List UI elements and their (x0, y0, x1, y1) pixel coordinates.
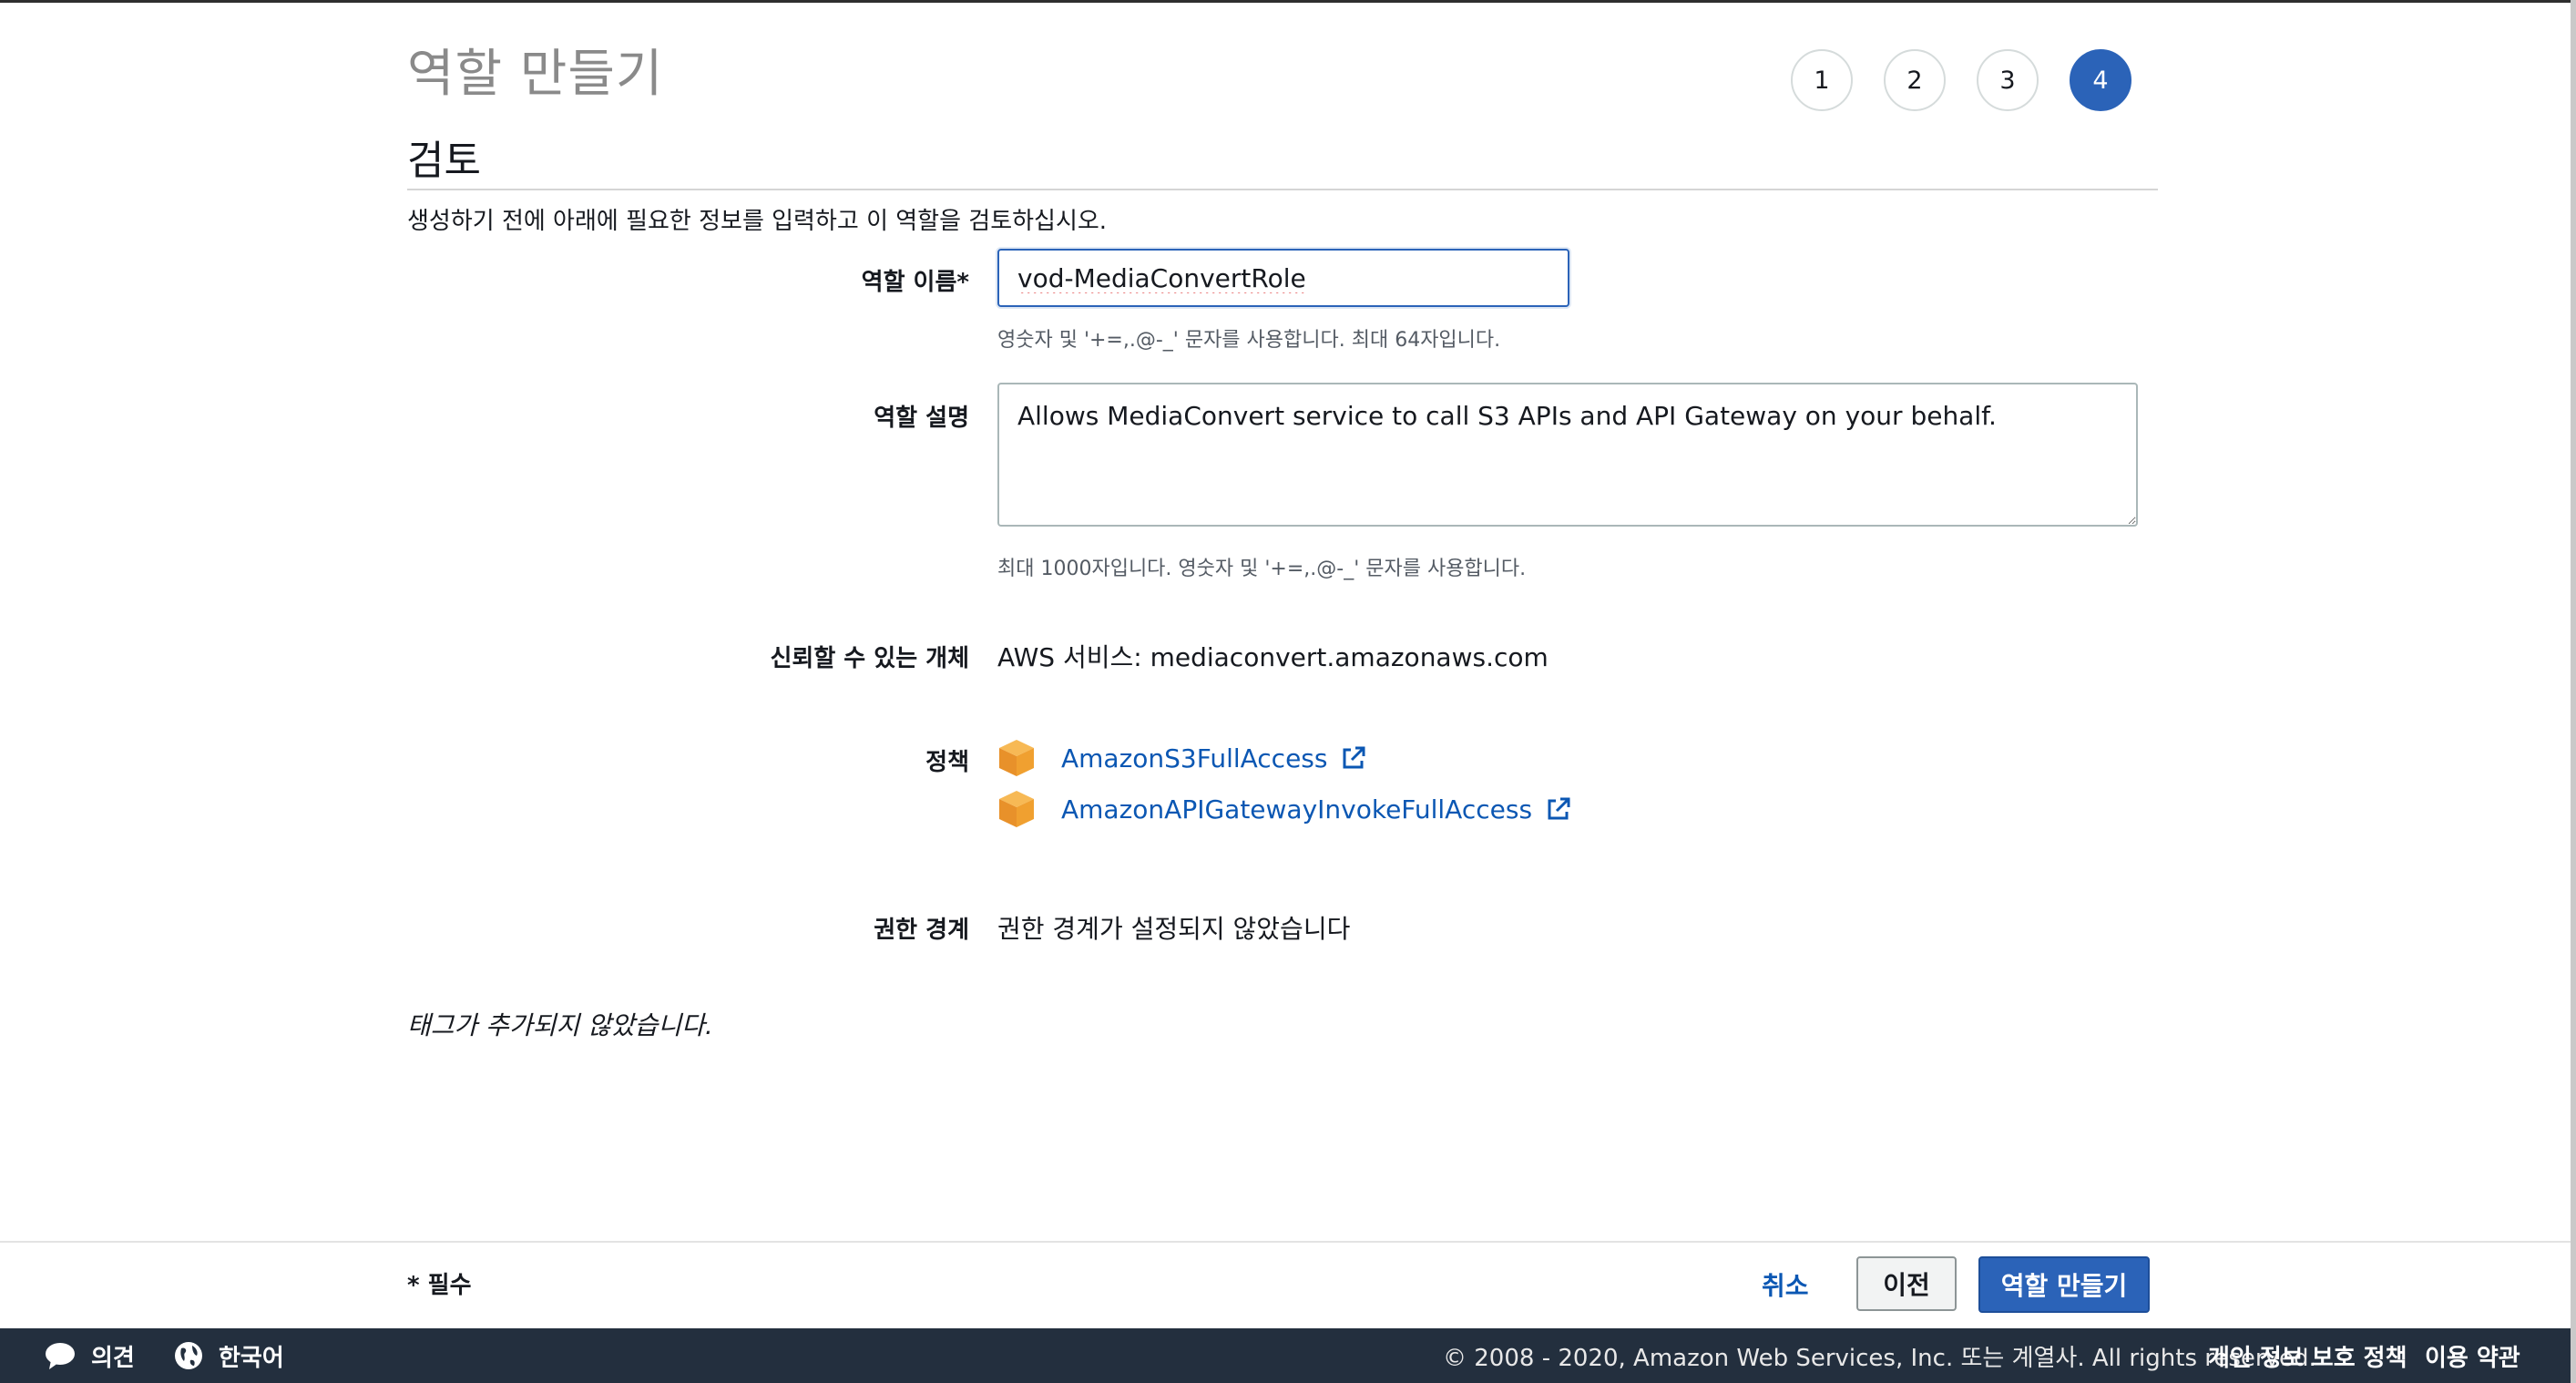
step-2[interactable]: 2 (1884, 49, 1946, 111)
role-description-textarea[interactable]: Allows MediaConvert service to call S3 A… (997, 383, 2138, 527)
tags-note: 태그가 추가되지 않았습니다. (407, 1010, 713, 1040)
step-4-current: 4 (2070, 49, 2131, 111)
permissions-boundary-label: 권한 경계 (874, 917, 969, 944)
policy-box-icon (999, 740, 1034, 776)
role-name-label: 역할 이름* (861, 269, 969, 296)
section-divider (407, 189, 2158, 190)
trusted-entity-value: AWS 서비스: mediaconvert.amazonaws.com (997, 642, 1549, 672)
policy-row: AmazonAPIGatewayInvokeFullAccess (997, 789, 1572, 829)
external-link-icon[interactable] (1545, 795, 1572, 823)
cancel-button[interactable]: 취소 (1762, 1266, 1809, 1303)
language-label: 한국어 (219, 1344, 284, 1372)
intro-text: 생성하기 전에 아래에 필요한 정보를 입력하고 이 역할을 검토하십시오. (407, 208, 1108, 235)
role-name-input[interactable] (997, 249, 1569, 307)
speech-bubble-icon (46, 1343, 75, 1369)
footer-divider (0, 1241, 2571, 1243)
section-heading: 검토 (407, 138, 481, 184)
feedback-label: 의견 (91, 1344, 135, 1372)
policy-row: AmazonS3FullAccess (997, 738, 1367, 778)
policy-box-icon (999, 791, 1034, 827)
globe-icon (175, 1342, 202, 1369)
role-description-label: 역할 설명 (874, 405, 969, 432)
step-3[interactable]: 3 (1977, 49, 2039, 111)
policy-link-s3[interactable]: AmazonS3FullAccess (1061, 743, 1327, 773)
policy-link-apigateway[interactable]: AmazonAPIGatewayInvokeFullAccess (1061, 794, 1532, 825)
page-title: 역할 만들기 (407, 45, 664, 104)
role-name-hint: 영숫자 및 '+=,.@-_' 문자를 사용합니다. 최대 64자입니다. (997, 329, 1501, 352)
wizard-steps: 1 2 3 4 (1791, 49, 2131, 111)
copyright-text: © 2008 - 2020, Amazon Web Services, Inc.… (1443, 1344, 2316, 1372)
role-description-hint: 최대 1000자입니다. 영숫자 및 '+=,.@-_' 문자를 사용합니다. (997, 558, 1527, 580)
top-border (0, 0, 2571, 3)
window-scrollbar[interactable] (2571, 0, 2576, 1383)
feedback-button[interactable]: 의견 (44, 1328, 135, 1383)
language-selector[interactable]: 한국어 (173, 1328, 284, 1383)
permissions-boundary-value: 권한 경계가 설정되지 않았습니다 (997, 914, 1351, 944)
external-link-icon[interactable] (1340, 744, 1367, 772)
terms-link[interactable]: 이용 약관 (2425, 1328, 2520, 1383)
previous-button[interactable]: 이전 (1856, 1256, 1957, 1311)
policies-label: 정책 (925, 749, 969, 776)
console-bottom-bar: 의견 한국어 © 2008 - 2020, Amazon Web Service… (0, 1328, 2571, 1383)
trusted-entity-label: 신뢰할 수 있는 개체 (770, 645, 969, 672)
required-note: * 필수 (407, 1272, 472, 1299)
create-role-button[interactable]: 역할 만들기 (1978, 1256, 2150, 1313)
step-1[interactable]: 1 (1791, 49, 1853, 111)
privacy-policy-link[interactable]: 개인 정보 보호 정책 (2208, 1328, 2407, 1383)
